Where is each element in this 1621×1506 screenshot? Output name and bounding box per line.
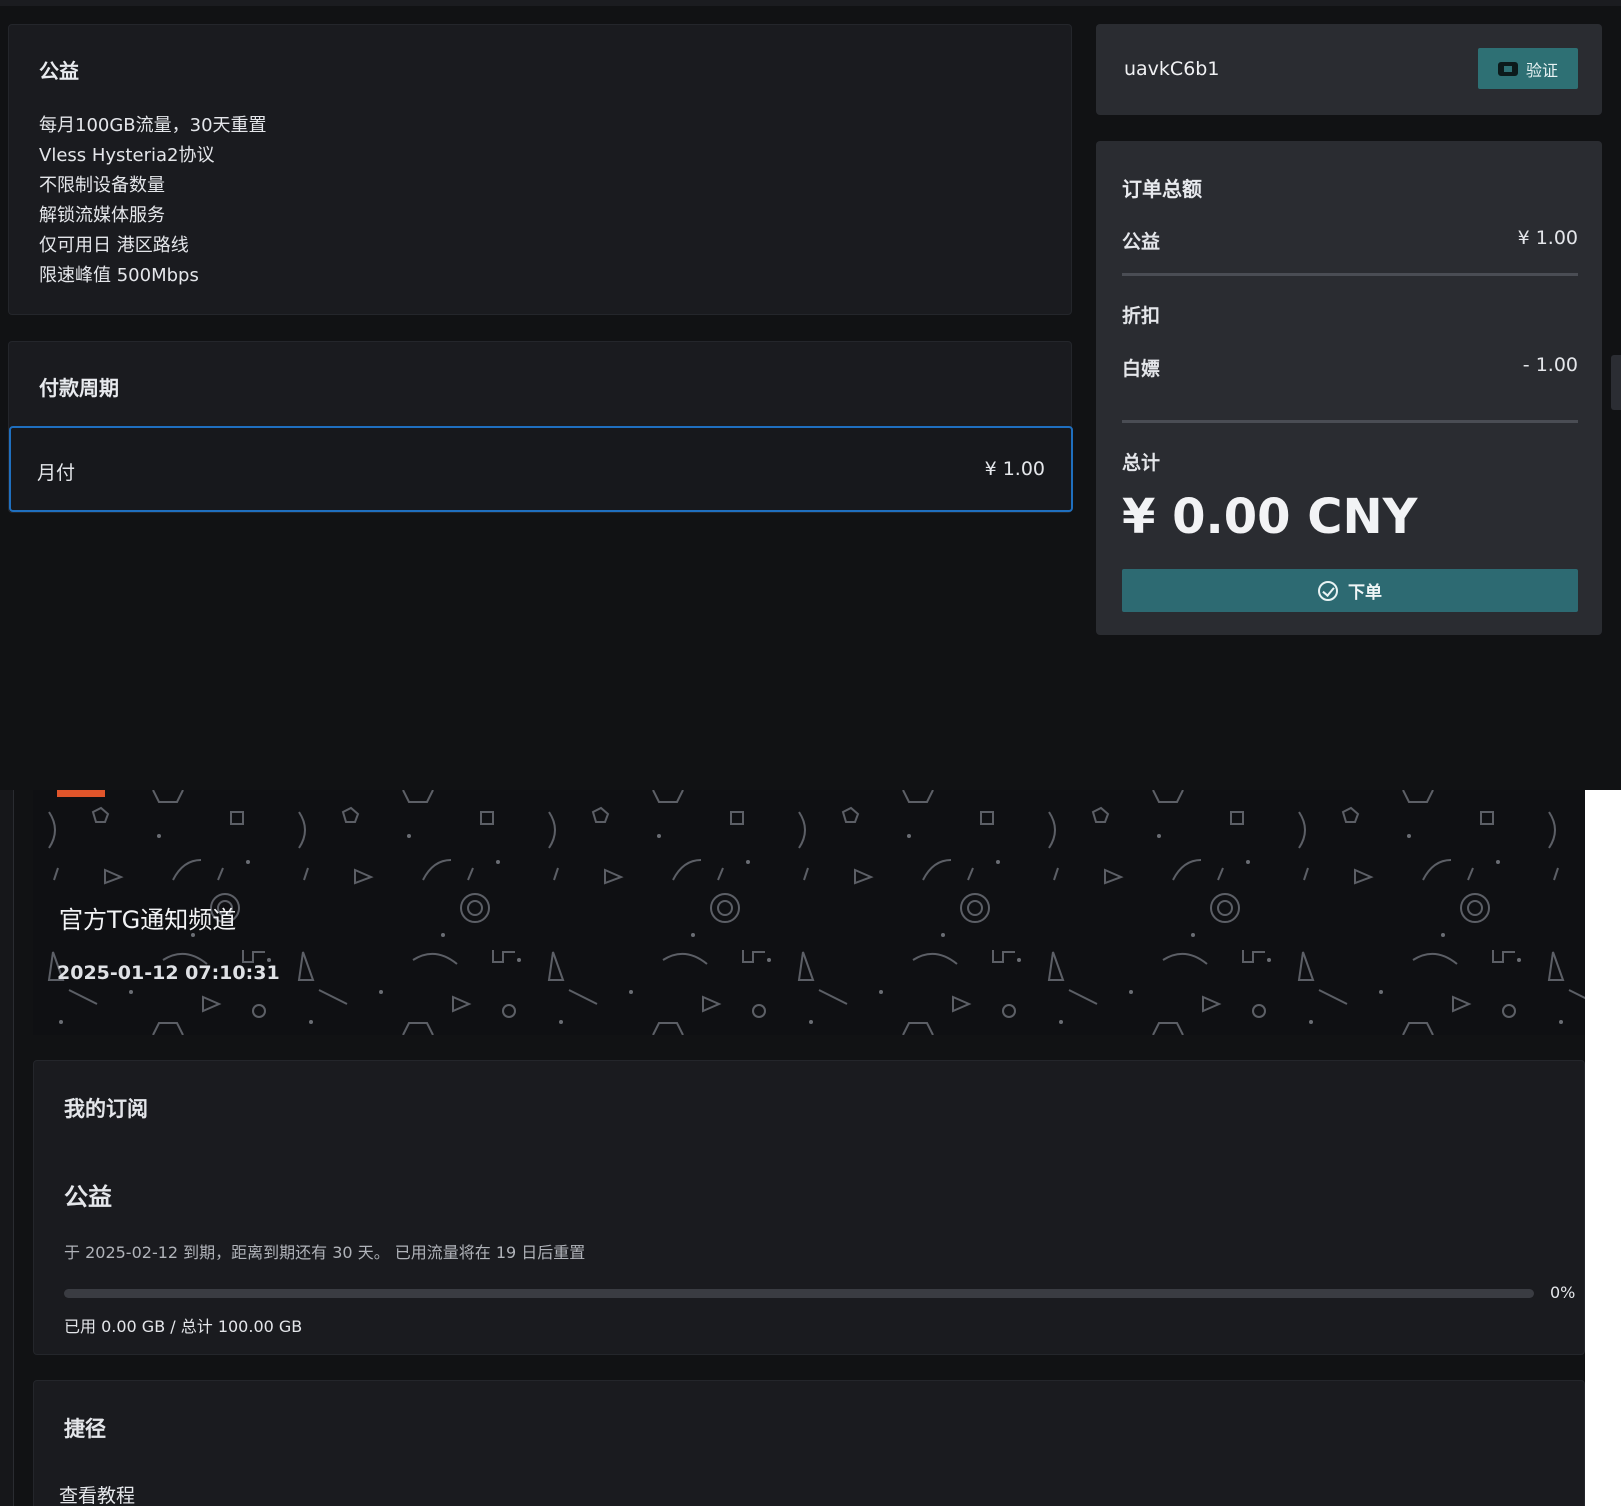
place-order-button[interactable]: 下单	[1122, 569, 1578, 612]
coupon-code-input[interactable]: uavkC6b1	[1124, 58, 1219, 80]
period-option-monthly[interactable]: 月付 ¥ 1.00	[9, 426, 1073, 512]
total-label: 总计	[1122, 452, 1161, 474]
discount-title: 折扣	[1122, 305, 1161, 327]
banner-title: 官方TG通知频道	[59, 906, 237, 934]
banner-accent-bar	[57, 790, 105, 797]
divider	[1122, 420, 1578, 423]
shortcuts-card: 捷径 查看教程	[33, 1380, 1585, 1506]
subscription-plan-name: 公益	[64, 1183, 112, 1211]
plan-feature: 每月100GB流量，30天重置	[39, 115, 267, 136]
subscription-heading: 我的订阅	[64, 1097, 148, 1121]
traffic-progress-percent: 0%	[1550, 1283, 1576, 1302]
discount-label: 白嫖	[1122, 358, 1161, 380]
subscription-card: 我的订阅 公益 于 2025-02-12 到期，距离到期还有 30 天。 已用流…	[33, 1060, 1585, 1355]
divider	[1122, 273, 1578, 276]
top-strip	[0, 0, 1621, 6]
traffic-progress-bar	[64, 1289, 1534, 1298]
sidebar-edge	[0, 790, 14, 1506]
plan-title: 公益	[39, 59, 79, 83]
period-option-price: ¥ 1.00	[984, 458, 1045, 480]
traffic-usage-text: 已用 0.00 GB / 总计 100.00 GB	[64, 1317, 303, 1336]
check-circle-icon	[1318, 580, 1338, 601]
total-amount: ¥ 0.00 CNY	[1122, 489, 1418, 545]
order-item-row: 公益 ¥ 1.00	[1122, 227, 1578, 254]
plan-card: 公益 每月100GB流量，30天重置 Vless Hysteria2协议 不限制…	[8, 24, 1072, 315]
place-order-label: 下单	[1348, 583, 1382, 603]
plan-feature: Vless Hysteria2协议	[39, 145, 215, 166]
period-option-label: 月付	[37, 462, 76, 484]
payment-period-title: 付款周期	[39, 376, 119, 400]
payment-period-card: 付款周期 月付 ¥ 1.00	[8, 341, 1073, 513]
discount-title-row: 折扣	[1122, 301, 1578, 328]
dashboard-page: 官方TG通知频道 2025-01-12 07:10:31 我的订阅 公益 于 2…	[0, 790, 1585, 1506]
ticket-icon	[1497, 61, 1518, 76]
discount-row: 白嫖 - 1.00	[1122, 354, 1578, 381]
view-tutorial-link[interactable]: 查看教程	[59, 1481, 135, 1506]
shortcuts-heading: 捷径	[64, 1417, 106, 1441]
plan-feature: 限速峰值 500Mbps	[39, 265, 199, 286]
page-margin	[1585, 790, 1621, 1506]
plan-feature: 仅可用日 港区路线	[39, 235, 189, 256]
order-item-label: 公益	[1122, 231, 1161, 253]
plan-feature: 解锁流媒体服务	[39, 205, 165, 226]
subscription-expire-text: 于 2025-02-12 到期，距离到期还有 30 天。 已用流量将在 19 日…	[64, 1243, 586, 1262]
discount-value: - 1.00	[1522, 354, 1578, 376]
order-summary-title: 订单总额	[1122, 177, 1202, 201]
order-summary-card: 订单总额 公益 ¥ 1.00 折扣 白嫖 - 1.00 总计 ¥ 0.00 CN…	[1096, 141, 1602, 635]
scrollbar-handle[interactable]	[1611, 355, 1621, 410]
banner-date: 2025-01-12 07:10:31	[57, 962, 280, 984]
checkout-page: 公益 每月100GB流量，30天重置 Vless Hysteria2协议 不限制…	[0, 0, 1621, 790]
announcement-banner[interactable]: 官方TG通知频道 2025-01-12 07:10:31	[33, 790, 1585, 1035]
total-label-row: 总计	[1122, 448, 1578, 475]
plan-feature: 不限制设备数量	[39, 175, 165, 196]
banner-pattern	[33, 790, 1585, 1035]
verify-button-label: 验证	[1525, 60, 1558, 80]
coupon-card: uavkC6b1 验证	[1096, 24, 1602, 115]
verify-button[interactable]: 验证	[1478, 48, 1578, 89]
order-item-price: ¥ 1.00	[1517, 227, 1578, 249]
